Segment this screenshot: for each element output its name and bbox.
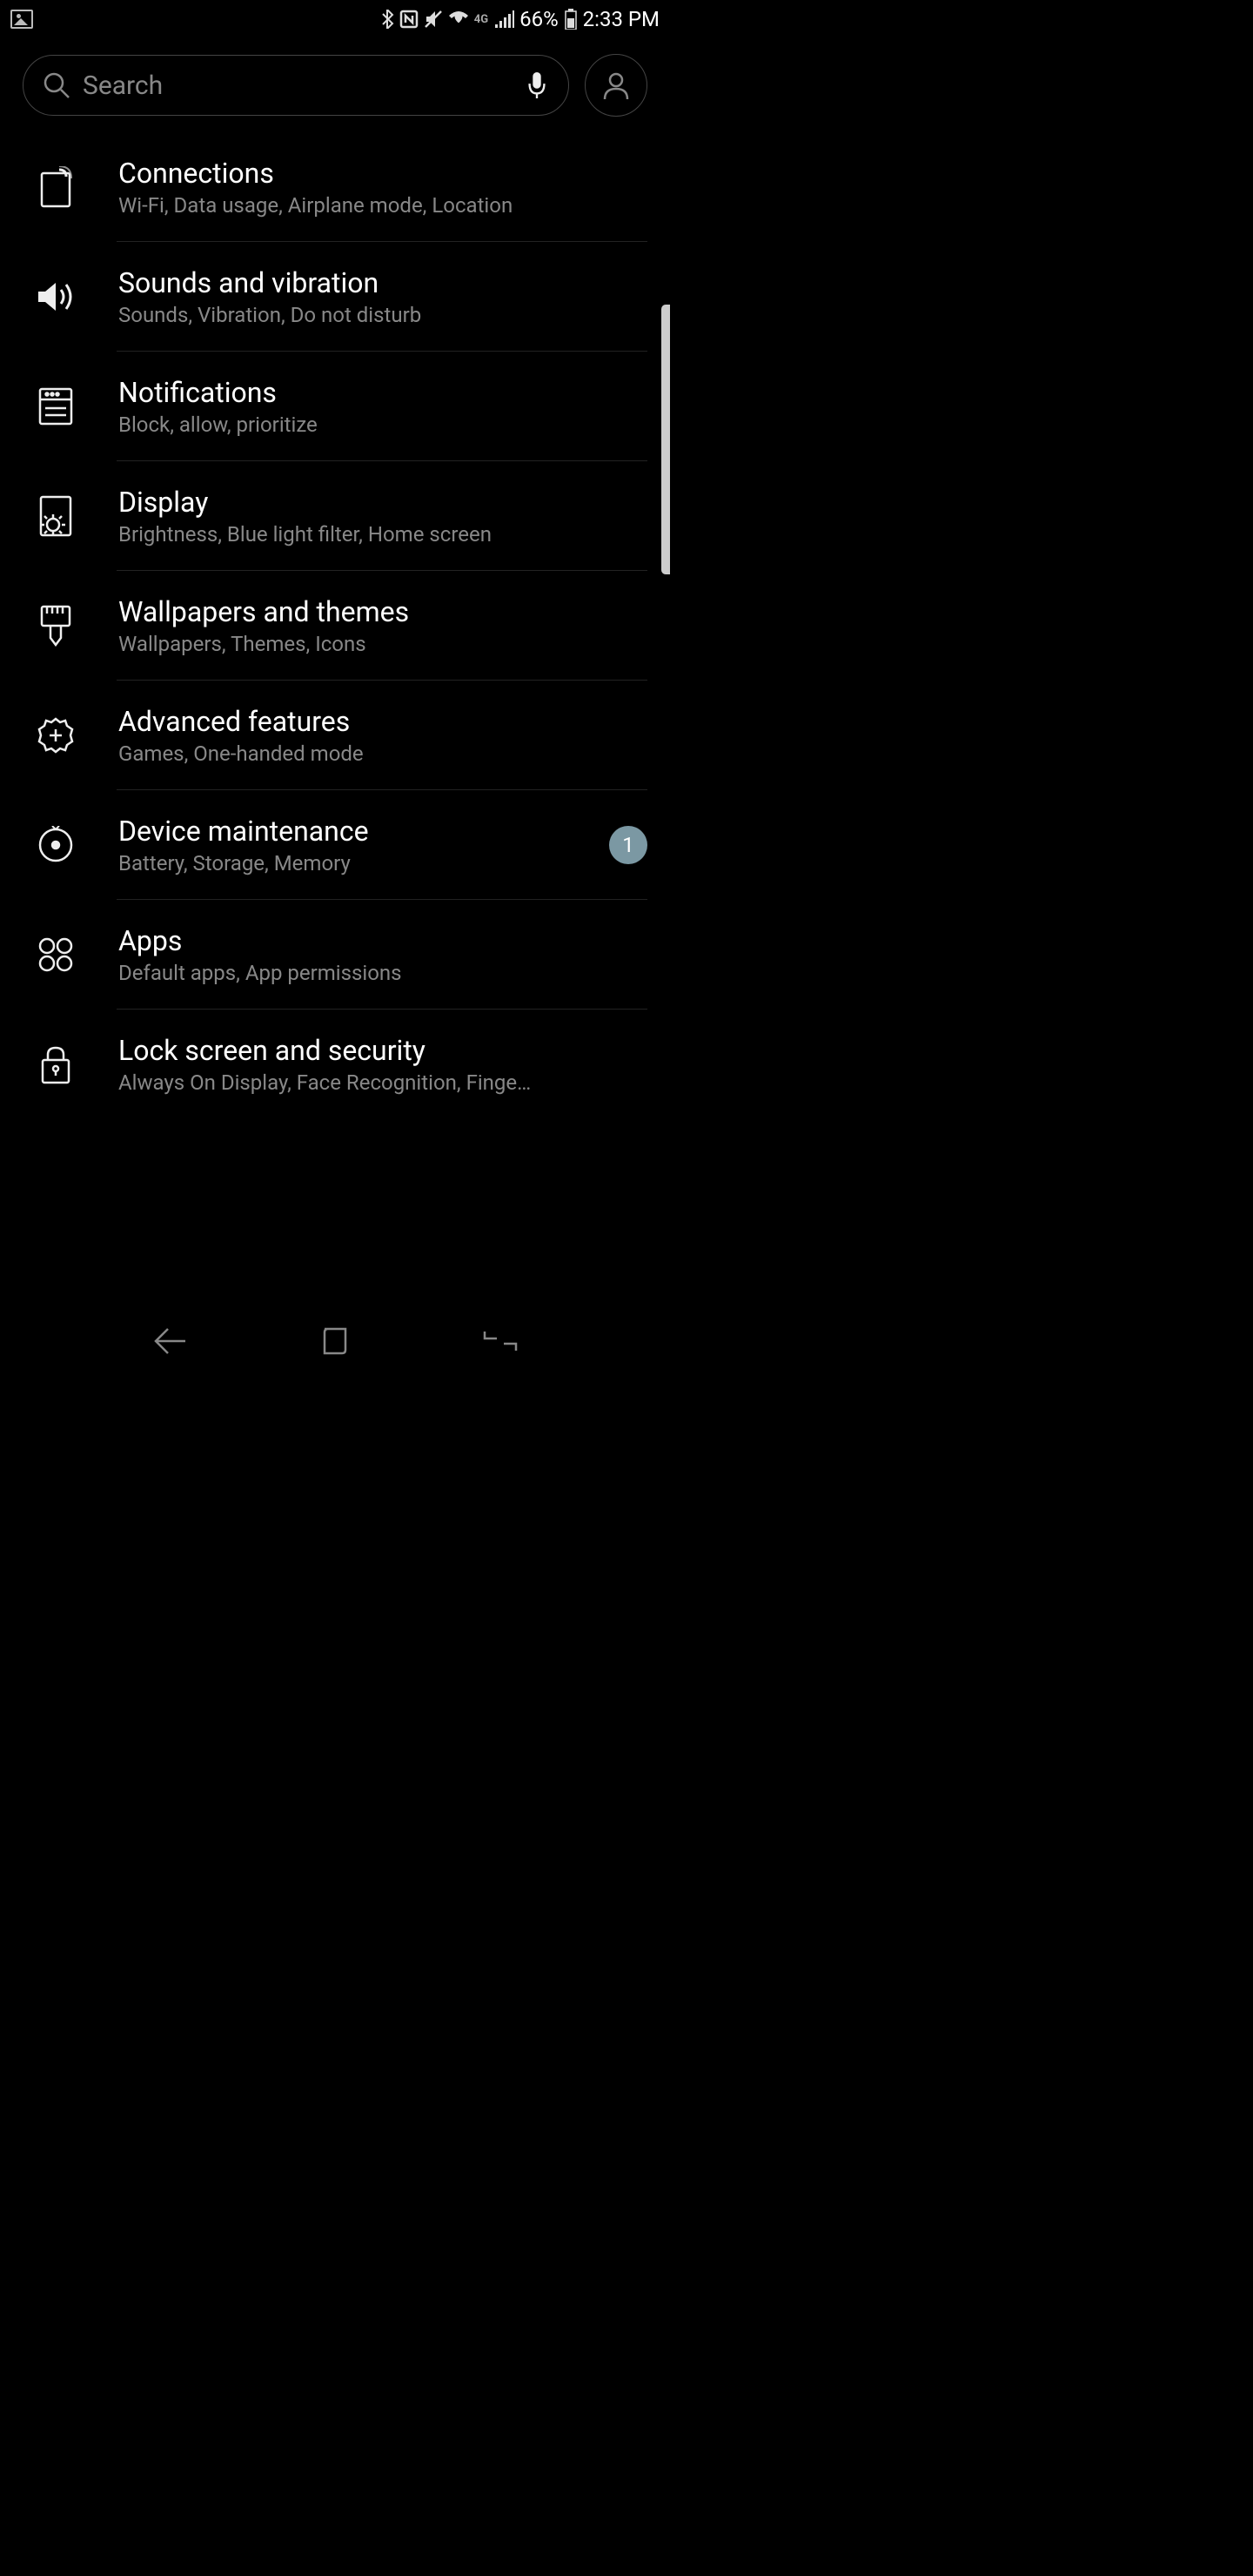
search-icon bbox=[43, 71, 70, 99]
item-title: Sounds and vibration bbox=[118, 266, 647, 299]
profile-button[interactable] bbox=[585, 54, 647, 117]
item-title: Display bbox=[118, 486, 647, 519]
item-subtitle: Default apps, App permissions bbox=[118, 961, 647, 985]
settings-item-sounds[interactable]: Sounds and vibration Sounds, Vibration, … bbox=[23, 242, 647, 352]
battery-icon bbox=[564, 9, 578, 30]
sounds-icon bbox=[35, 276, 77, 318]
item-title: Notifications bbox=[118, 376, 647, 409]
item-subtitle: Block, allow, prioritize bbox=[118, 413, 647, 437]
wallpapers-icon bbox=[35, 605, 77, 647]
bluetooth-icon bbox=[380, 10, 394, 29]
connections-icon bbox=[35, 166, 77, 208]
status-bar: 4G 66% 2:33 PM bbox=[0, 0, 670, 38]
settings-item-display[interactable]: Display Brightness, Blue light filter, H… bbox=[23, 461, 647, 571]
item-title: Connections bbox=[118, 157, 647, 190]
home-button[interactable] bbox=[313, 1324, 357, 1358]
settings-item-maintenance[interactable]: Device maintenance Battery, Storage, Mem… bbox=[23, 790, 647, 900]
item-title: Lock screen and security bbox=[118, 1034, 647, 1067]
item-content: Apps Default apps, App permissions bbox=[118, 924, 647, 985]
item-title: Wallpapers and themes bbox=[118, 595, 647, 628]
item-subtitle: Wi-Fi, Data usage, Airplane mode, Locati… bbox=[118, 193, 647, 218]
clock: 2:33 PM bbox=[583, 7, 660, 31]
item-content: Display Brightness, Blue light filter, H… bbox=[118, 486, 647, 547]
settings-item-connections[interactable]: Connections Wi-Fi, Data usage, Airplane … bbox=[23, 132, 647, 242]
notification-badge: 1 bbox=[609, 826, 647, 864]
settings-item-security[interactable]: Lock screen and security Always On Displ… bbox=[23, 1010, 647, 1119]
nfc-icon bbox=[399, 10, 419, 29]
item-subtitle: Battery, Storage, Memory bbox=[118, 851, 567, 875]
item-content: Lock screen and security Always On Displ… bbox=[118, 1034, 647, 1095]
notifications-icon bbox=[35, 386, 77, 427]
item-subtitle: Always On Display, Face Recognition, Fin… bbox=[118, 1070, 647, 1095]
settings-item-wallpapers[interactable]: Wallpapers and themes Wallpapers, Themes… bbox=[23, 571, 647, 681]
item-subtitle: Wallpapers, Themes, Icons bbox=[118, 632, 647, 656]
item-subtitle: Sounds, Vibration, Do not disturb bbox=[118, 303, 647, 327]
item-content: Connections Wi-Fi, Data usage, Airplane … bbox=[118, 157, 647, 218]
image-notification-icon bbox=[10, 10, 33, 29]
wifi-icon bbox=[448, 10, 469, 28]
apps-icon bbox=[35, 934, 77, 976]
item-title: Advanced features bbox=[118, 705, 647, 738]
settings-item-advanced[interactable]: Advanced features Games, One-handed mode bbox=[23, 681, 647, 790]
navigation-bar bbox=[0, 1305, 670, 1378]
item-content: Sounds and vibration Sounds, Vibration, … bbox=[118, 266, 647, 327]
item-content: Advanced features Games, One-handed mode bbox=[118, 705, 647, 766]
lock-icon bbox=[35, 1043, 77, 1085]
back-button[interactable] bbox=[148, 1324, 191, 1358]
settings-list: Connections Wi-Fi, Data usage, Airplane … bbox=[0, 132, 670, 1119]
item-content: Notifications Block, allow, prioritize bbox=[118, 376, 647, 437]
settings-item-notifications[interactable]: Notifications Block, allow, prioritize bbox=[23, 352, 647, 461]
search-container: Search bbox=[0, 38, 670, 132]
status-left bbox=[10, 10, 33, 29]
item-content: Device maintenance Battery, Storage, Mem… bbox=[118, 815, 567, 875]
maintenance-icon bbox=[35, 824, 77, 866]
search-bar[interactable]: Search bbox=[23, 55, 569, 116]
item-subtitle: Games, One-handed mode bbox=[118, 741, 647, 766]
search-placeholder: Search bbox=[83, 70, 513, 101]
network-label: 4G bbox=[474, 13, 488, 26]
item-subtitle: Brightness, Blue light filter, Home scre… bbox=[118, 522, 647, 547]
battery-percent: 66% bbox=[519, 7, 559, 31]
microphone-icon[interactable] bbox=[525, 72, 549, 98]
scrollbar[interactable] bbox=[661, 305, 670, 574]
item-title: Apps bbox=[118, 924, 647, 957]
display-icon bbox=[35, 495, 77, 537]
mute-icon bbox=[424, 10, 443, 29]
status-right: 4G 66% 2:33 PM bbox=[380, 7, 660, 31]
advanced-icon bbox=[35, 714, 77, 756]
signal-icon bbox=[493, 10, 514, 28]
item-title: Device maintenance bbox=[118, 815, 567, 848]
settings-item-apps[interactable]: Apps Default apps, App permissions bbox=[23, 900, 647, 1010]
item-content: Wallpapers and themes Wallpapers, Themes… bbox=[118, 595, 647, 656]
recent-button[interactable] bbox=[479, 1324, 522, 1358]
profile-icon bbox=[600, 70, 632, 101]
